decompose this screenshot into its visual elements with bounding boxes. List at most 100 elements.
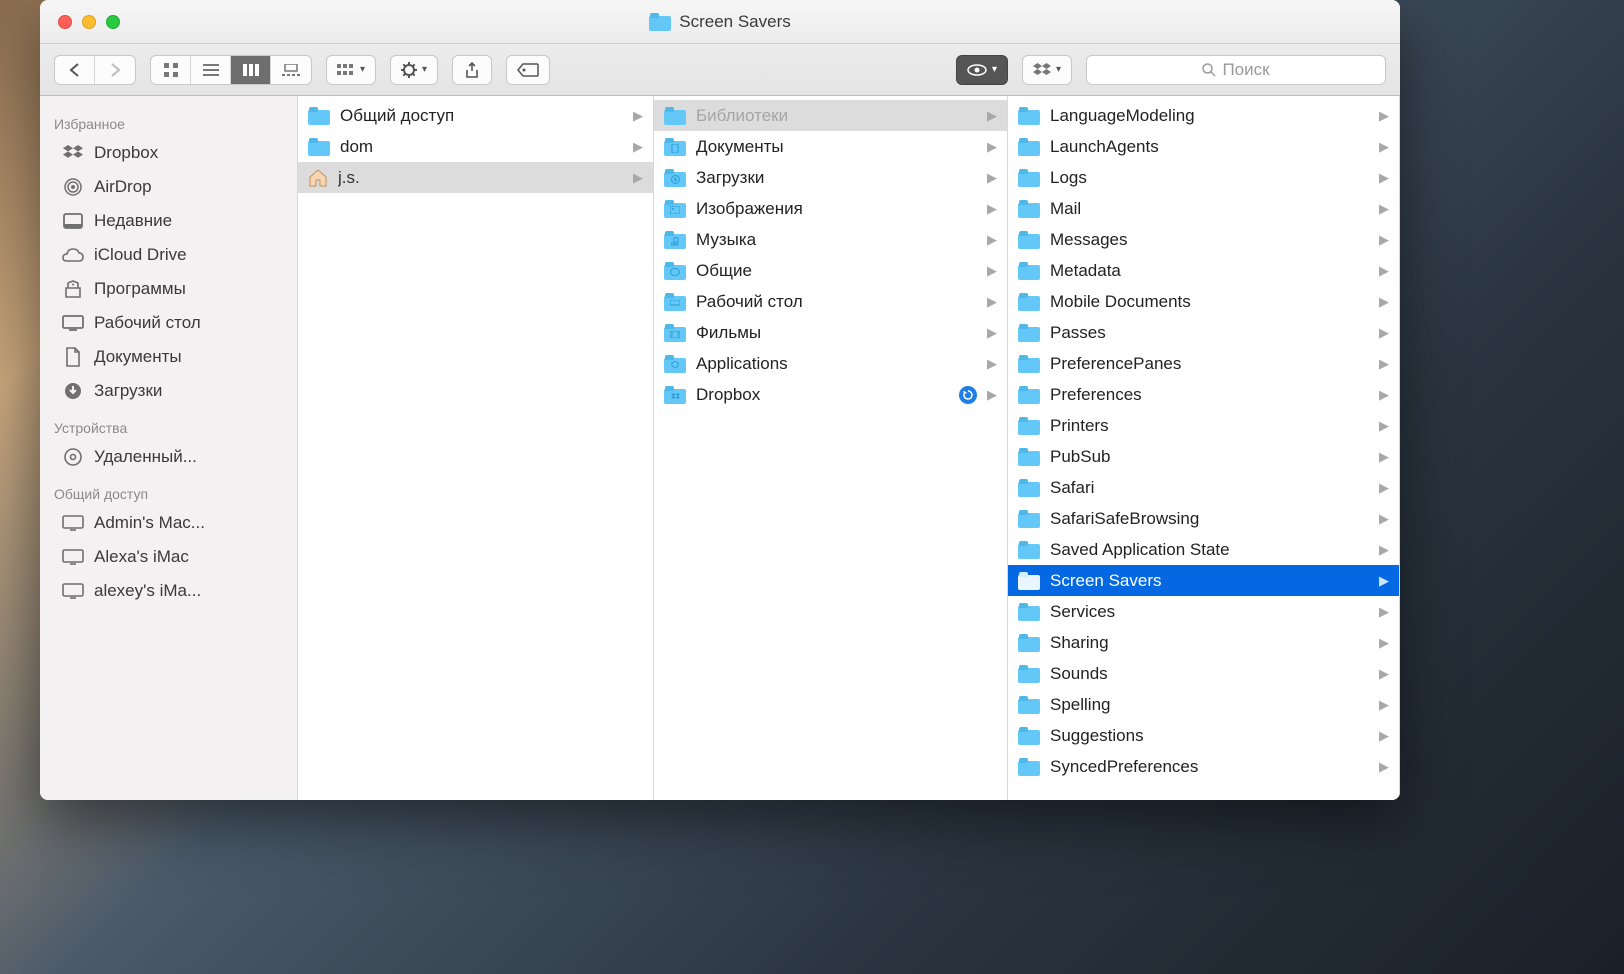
- sidebar-item[interactable]: Dropbox: [40, 136, 297, 170]
- sidebar-item[interactable]: Admin's Mac...: [40, 506, 297, 540]
- column-1[interactable]: Общий доступ▶dom▶j.s.▶: [298, 96, 654, 800]
- disclosure-arrow-icon: ▶: [1379, 449, 1389, 465]
- minimize-window-button[interactable]: [82, 15, 96, 29]
- disclosure-arrow-icon: ▶: [987, 263, 997, 279]
- file-row[interactable]: Safari▶: [1008, 472, 1399, 503]
- sidebar-item[interactable]: Документы: [40, 340, 297, 374]
- file-row[interactable]: Фильмы▶: [654, 317, 1007, 348]
- file-row[interactable]: Sharing▶: [1008, 627, 1399, 658]
- gallery-view-button[interactable]: [271, 56, 311, 84]
- chevron-down-icon: ▾: [360, 64, 365, 75]
- file-row[interactable]: LanguageModeling▶: [1008, 100, 1399, 131]
- file-row[interactable]: Mail▶: [1008, 193, 1399, 224]
- zoom-window-button[interactable]: [106, 15, 120, 29]
- sidebar-item[interactable]: alexey's iMa...: [40, 574, 297, 608]
- file-row[interactable]: Passes▶: [1008, 317, 1399, 348]
- dropbox-toolbar-button[interactable]: ▾: [1022, 55, 1072, 85]
- sidebar-item[interactable]: Удаленный...: [40, 440, 297, 474]
- computer-icon: [62, 546, 84, 568]
- file-row[interactable]: Printers▶: [1008, 410, 1399, 441]
- column-3[interactable]: LanguageModeling▶LaunchAgents▶Logs▶Mail▶…: [1008, 96, 1400, 800]
- search-field[interactable]: Поиск: [1086, 55, 1386, 85]
- sidebar-item[interactable]: Программы: [40, 272, 297, 306]
- file-row[interactable]: Изображения▶: [654, 193, 1007, 224]
- file-row[interactable]: Общие▶: [654, 255, 1007, 286]
- window-title-text: Screen Savers: [679, 12, 791, 32]
- titlebar[interactable]: Screen Savers: [40, 0, 1400, 44]
- file-row[interactable]: Metadata▶: [1008, 255, 1399, 286]
- file-row[interactable]: Preferences ▶: [1008, 379, 1399, 410]
- quicklook-button[interactable]: ▾: [956, 55, 1008, 85]
- sidebar-section-header: Избранное: [40, 104, 297, 136]
- disclosure-arrow-icon: ▶: [1379, 139, 1389, 155]
- disclosure-arrow-icon: ▶: [1379, 635, 1389, 651]
- file-row[interactable]: Messages▶: [1008, 224, 1399, 255]
- file-name: Services: [1050, 602, 1369, 622]
- disclosure-arrow-icon: ▶: [1379, 728, 1389, 744]
- sidebar[interactable]: ИзбранноеDropboxAirDropНедавниеiCloud Dr…: [40, 96, 298, 800]
- file-row[interactable]: Музыка▶: [654, 224, 1007, 255]
- file-row[interactable]: Mobile Documents▶: [1008, 286, 1399, 317]
- file-row[interactable]: Services▶: [1008, 596, 1399, 627]
- file-row[interactable]: SafariSafeBrowsing▶: [1008, 503, 1399, 534]
- action-button[interactable]: ▾: [390, 55, 438, 85]
- share-button[interactable]: [452, 55, 492, 85]
- list-view-button[interactable]: [191, 56, 231, 84]
- folder-icon: [1018, 169, 1040, 187]
- sidebar-item-label: Загрузки: [94, 381, 162, 401]
- disclosure-arrow-icon: ▶: [987, 108, 997, 124]
- file-row[interactable]: j.s.▶: [298, 162, 653, 193]
- file-row[interactable]: Sounds▶: [1008, 658, 1399, 689]
- folder-icon: [1018, 510, 1040, 528]
- file-row[interactable]: Документы▶: [654, 131, 1007, 162]
- file-row[interactable]: Загрузки▶: [654, 162, 1007, 193]
- file-name: Фильмы: [696, 323, 977, 343]
- folder-icon: [664, 293, 686, 311]
- icloud-icon: [62, 244, 84, 266]
- disclosure-arrow-icon: ▶: [1379, 387, 1389, 403]
- file-name: Preferences: [1050, 385, 1369, 405]
- file-name: Mail: [1050, 199, 1369, 219]
- file-row[interactable]: PreferencePanes▶: [1008, 348, 1399, 379]
- sidebar-item[interactable]: AirDrop: [40, 170, 297, 204]
- file-row[interactable]: Рабочий стол▶: [654, 286, 1007, 317]
- sidebar-item[interactable]: Alexa's iMac: [40, 540, 297, 574]
- sidebar-item-label: Программы: [94, 279, 186, 299]
- file-name: Suggestions: [1050, 726, 1369, 746]
- folder-icon: [1018, 355, 1040, 373]
- folder-icon: [1018, 479, 1040, 497]
- file-row[interactable]: dom▶: [298, 131, 653, 162]
- disclosure-arrow-icon: ▶: [1379, 573, 1389, 589]
- file-row[interactable]: Библиотеки▶: [654, 100, 1007, 131]
- file-name: Mobile Documents: [1050, 292, 1369, 312]
- close-window-button[interactable]: [58, 15, 72, 29]
- file-row[interactable]: Logs▶: [1008, 162, 1399, 193]
- column-view-button[interactable]: [231, 56, 271, 84]
- file-row[interactable]: Screen Savers▶: [1008, 565, 1399, 596]
- folder-icon: [308, 138, 330, 156]
- tags-button[interactable]: [506, 55, 550, 85]
- column-2[interactable]: Библиотеки▶Документы▶Загрузки▶Изображени…: [654, 96, 1008, 800]
- file-row[interactable]: LaunchAgents▶: [1008, 131, 1399, 162]
- file-row[interactable]: Suggestions ▶: [1008, 720, 1399, 751]
- file-row[interactable]: SyncedPreferences▶: [1008, 751, 1399, 782]
- sidebar-item[interactable]: Недавние: [40, 204, 297, 238]
- forward-button[interactable]: [95, 56, 135, 84]
- file-row[interactable]: Dropbox▶: [654, 379, 1007, 410]
- file-name: Printers: [1050, 416, 1369, 436]
- computer-icon: [62, 580, 84, 602]
- disclosure-arrow-icon: ▶: [1379, 356, 1389, 372]
- sidebar-item[interactable]: iCloud Drive: [40, 238, 297, 272]
- file-row[interactable]: PubSub▶: [1008, 441, 1399, 472]
- icon-view-button[interactable]: [151, 56, 191, 84]
- folder-icon: [1018, 665, 1040, 683]
- folder-icon: [1018, 758, 1040, 776]
- back-button[interactable]: [55, 56, 95, 84]
- sidebar-item[interactable]: Рабочий стол: [40, 306, 297, 340]
- arrange-button[interactable]: ▾: [326, 55, 376, 85]
- file-row[interactable]: Spelling▶: [1008, 689, 1399, 720]
- file-row[interactable]: Общий доступ▶: [298, 100, 653, 131]
- sidebar-item[interactable]: Загрузки: [40, 374, 297, 408]
- file-row[interactable]: Applications▶: [654, 348, 1007, 379]
- file-row[interactable]: Saved Application State▶: [1008, 534, 1399, 565]
